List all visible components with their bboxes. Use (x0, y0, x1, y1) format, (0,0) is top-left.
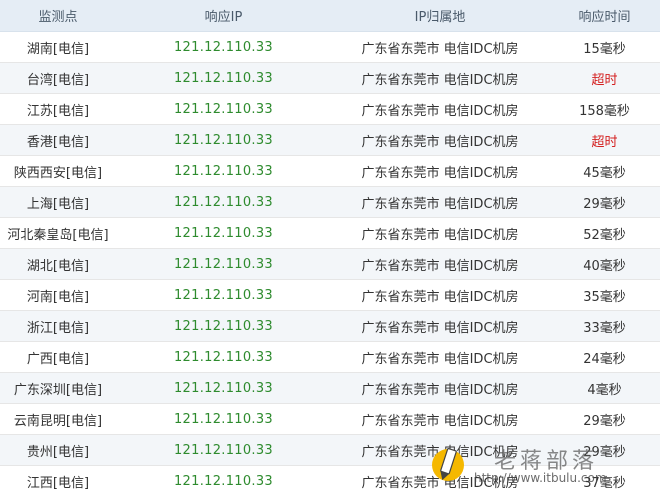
cell-ip-location: 广东省东莞市 电信IDC机房 (331, 124, 549, 156)
cell-response-ip: 121.12.110.33 (116, 248, 331, 280)
cell-monitor-point: 湖南[电信] (0, 31, 116, 63)
cell-ip-location: 广东省东莞市 电信IDC机房 (331, 31, 549, 63)
table-row: 河南[电信] 121.12.110.33 广东省东莞市 电信IDC机房 35毫秒 (0, 279, 660, 311)
table-row: 陕西西安[电信] 121.12.110.33 广东省东莞市 电信IDC机房 45毫秒 (0, 155, 660, 187)
header-row: 监测点 响应IP IP归属地 响应时间 (0, 0, 660, 32)
table-row: 广东深圳[电信] 121.12.110.33 广东省东莞市 电信IDC机房 4毫秒 (0, 372, 660, 404)
cell-monitor-point: 云南昆明[电信] (0, 403, 116, 435)
table-row: 云南昆明[电信] 121.12.110.33 广东省东莞市 电信IDC机房 29毫秒 (0, 403, 660, 435)
cell-response-ip: 121.12.110.33 (116, 341, 331, 373)
cell-ip-location: 广东省东莞市 电信IDC机房 (331, 310, 549, 342)
cell-response-ip: 121.12.110.33 (116, 465, 331, 495)
cell-monitor-point: 台湾[电信] (0, 62, 116, 94)
cell-response-ip: 121.12.110.33 (116, 31, 331, 63)
cell-response-ip: 121.12.110.33 (116, 217, 331, 249)
cell-ip-location: 广东省东莞市 电信IDC机房 (331, 93, 549, 125)
cell-response-time: 4毫秒 (549, 372, 660, 404)
ping-results-table: 监测点 响应IP IP归属地 响应时间 湖南[电信] 121.12.110.33 广… (0, 0, 660, 495)
column-header-location[interactable]: IP归属地 (331, 0, 549, 32)
cell-monitor-point: 香港[电信] (0, 124, 116, 156)
cell-response-ip: 121.12.110.33 (116, 155, 331, 187)
cell-ip-location: 广东省东莞市 电信IDC机房 (331, 372, 549, 404)
table-row: 江西[电信] 121.12.110.33 广东省东莞市 电信IDC机房 37毫秒 (0, 465, 660, 495)
table-body: 湖南[电信] 121.12.110.33 广东省东莞市 电信IDC机房 15毫秒 台湾[… (0, 31, 660, 495)
cell-response-ip: 121.12.110.33 (116, 93, 331, 125)
cell-monitor-point: 广东深圳[电信] (0, 372, 116, 404)
cell-ip-location: 广东省东莞市 电信IDC机房 (331, 279, 549, 311)
cell-monitor-point: 河南[电信] (0, 279, 116, 311)
table-row: 上海[电信] 121.12.110.33 广东省东莞市 电信IDC机房 29毫秒 (0, 186, 660, 218)
cell-response-time: 29毫秒 (549, 186, 660, 218)
cell-monitor-point: 江苏[电信] (0, 93, 116, 125)
column-header-ip[interactable]: 响应IP (116, 0, 331, 32)
cell-response-time: 24毫秒 (549, 341, 660, 373)
cell-ip-location: 广东省东莞市 电信IDC机房 (331, 62, 549, 94)
table-row: 湖南[电信] 121.12.110.33 广东省东莞市 电信IDC机房 15毫秒 (0, 31, 660, 63)
table-row: 江苏[电信] 121.12.110.33 广东省东莞市 电信IDC机房 158毫秒 (0, 93, 660, 125)
cell-ip-location: 广东省东莞市 电信IDC机房 (331, 403, 549, 435)
cell-response-time: 超时 (549, 124, 660, 156)
cell-ip-location: 广东省东莞市 电信IDC机房 (331, 155, 549, 187)
table-row: 广西[电信] 121.12.110.33 广东省东莞市 电信IDC机房 24毫秒 (0, 341, 660, 373)
cell-ip-location: 广东省东莞市 电信IDC机房 (331, 465, 549, 495)
cell-monitor-point: 陕西西安[电信] (0, 155, 116, 187)
column-header-time[interactable]: 响应时间 (549, 0, 660, 32)
cell-response-time: 35毫秒 (549, 279, 660, 311)
table-row: 湖北[电信] 121.12.110.33 广东省东莞市 电信IDC机房 40毫秒 (0, 248, 660, 280)
cell-response-ip: 121.12.110.33 (116, 186, 331, 218)
cell-response-time: 37毫秒 (549, 465, 660, 495)
cell-response-ip: 121.12.110.33 (116, 62, 331, 94)
cell-response-time: 158毫秒 (549, 93, 660, 125)
cell-response-time: 29毫秒 (549, 434, 660, 466)
cell-monitor-point: 浙江[电信] (0, 310, 116, 342)
cell-response-time: 29毫秒 (549, 403, 660, 435)
cell-ip-location: 广东省东莞市 电信IDC机房 (331, 248, 549, 280)
cell-response-ip: 121.12.110.33 (116, 403, 331, 435)
cell-ip-location: 广东省东莞市 电信IDC机房 (331, 186, 549, 218)
cell-ip-location: 广东省东莞市 电信IDC机房 (331, 217, 549, 249)
cell-monitor-point: 广西[电信] (0, 341, 116, 373)
cell-monitor-point: 贵州[电信] (0, 434, 116, 466)
cell-response-ip: 121.12.110.33 (116, 124, 331, 156)
cell-ip-location: 广东省东莞市 电信IDC机房 (331, 341, 549, 373)
cell-monitor-point: 湖北[电信] (0, 248, 116, 280)
cell-response-time: 15毫秒 (549, 31, 660, 63)
cell-response-time: 45毫秒 (549, 155, 660, 187)
cell-monitor-point: 上海[电信] (0, 186, 116, 218)
table-row: 浙江[电信] 121.12.110.33 广东省东莞市 电信IDC机房 33毫秒 (0, 310, 660, 342)
cell-response-ip: 121.12.110.33 (116, 372, 331, 404)
table-row: 贵州[电信] 121.12.110.33 广东省东莞市 电信IDC机房 29毫秒 (0, 434, 660, 466)
table-header: 监测点 响应IP IP归属地 响应时间 (0, 0, 660, 32)
cell-response-time: 超时 (549, 62, 660, 94)
cell-monitor-point: 江西[电信] (0, 465, 116, 495)
table-row: 台湾[电信] 121.12.110.33 广东省东莞市 电信IDC机房 超时 (0, 62, 660, 94)
cell-response-ip: 121.12.110.33 (116, 310, 331, 342)
cell-ip-location: 广东省东莞市 电信IDC机房 (331, 434, 549, 466)
cell-response-ip: 121.12.110.33 (116, 434, 331, 466)
cell-response-ip: 121.12.110.33 (116, 279, 331, 311)
cell-response-time: 52毫秒 (549, 217, 660, 249)
cell-response-time: 33毫秒 (549, 310, 660, 342)
table-row: 河北秦皇岛[电信] 121.12.110.33 广东省东莞市 电信IDC机房 52毫秒 (0, 217, 660, 249)
ping-results-panel: 监测点 响应IP IP归属地 响应时间 湖南[电信] 121.12.110.33 广… (0, 0, 660, 495)
table-row: 香港[电信] 121.12.110.33 广东省东莞市 电信IDC机房 超时 (0, 124, 660, 156)
column-header-point[interactable]: 监测点 (0, 0, 116, 32)
cell-monitor-point: 河北秦皇岛[电信] (0, 217, 116, 249)
cell-response-time: 40毫秒 (549, 248, 660, 280)
